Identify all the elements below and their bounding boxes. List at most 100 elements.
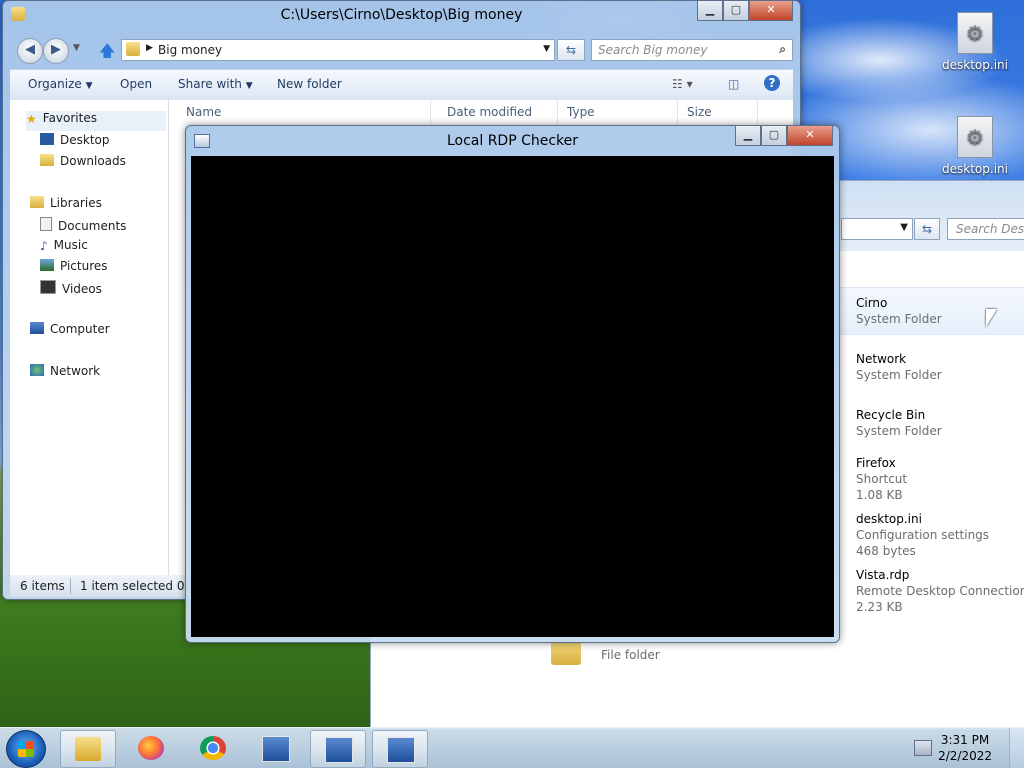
column-header-name[interactable]: Name [176, 100, 431, 124]
minimize-button[interactable]: ▁ [697, 1, 723, 21]
mouse-cursor-icon [986, 309, 997, 327]
desktop-icon-desktop-ini-2[interactable]: desktop.ini [940, 116, 1010, 176]
explorer2-address-bar[interactable]: ▼ [841, 218, 913, 240]
nav-label: Documents [58, 219, 127, 233]
nav-desktop[interactable]: Desktop [40, 133, 110, 147]
folder-icon [126, 42, 140, 56]
nav-favorites[interactable]: ★ Favorites [26, 111, 166, 131]
nav-label: Downloads [60, 154, 126, 168]
forward-icon[interactable]: ▶ [43, 38, 69, 64]
nav-videos[interactable]: Videos [40, 280, 102, 296]
libraries-icon [30, 196, 44, 208]
tile-recycle-bin[interactable]: Recycle Bin System Folder [856, 407, 1024, 439]
chevron-down-icon[interactable]: ▼ [900, 222, 908, 233]
tile-vista-rdp[interactable]: Vista.rdp Remote Desktop Connection 2.23… [856, 567, 1024, 615]
share-with-button[interactable]: Share with ▼ [178, 77, 253, 91]
organize-label: Organize [28, 77, 82, 91]
tile-type: System Folder [856, 424, 942, 438]
local-rdp-checker-window[interactable]: Local RDP Checker ▁ ▢ ✕ [185, 125, 840, 643]
nav-label: Network [50, 364, 101, 378]
tile-desktop-ini[interactable]: desktop.ini Configuration settings 468 b… [856, 511, 1024, 559]
tile-folder[interactable]: File folder [601, 647, 781, 663]
organize-button[interactable]: Organize ▼ [28, 77, 93, 91]
up-arrow-icon[interactable]: 🡅 [99, 40, 115, 67]
chevron-down-icon: ▼ [85, 81, 93, 91]
navigation-pane: ★ Favorites Desktop Downloads Libraries D… [10, 100, 169, 575]
nav-downloads[interactable]: Downloads [40, 154, 126, 168]
search-icon[interactable]: ⌕ [779, 42, 786, 57]
explorer2-search-input[interactable]: Search Deskt [947, 218, 1024, 240]
tile-size: 2.23 KB [856, 600, 903, 614]
breadcrumb[interactable]: Big money [158, 43, 222, 57]
nav-music[interactable]: ♪ Music [40, 238, 88, 253]
desktop-icon [40, 133, 54, 145]
new-folder-button[interactable]: New folder [277, 77, 342, 91]
taskbar-chrome[interactable] [186, 730, 240, 766]
nav-libraries[interactable]: Libraries [30, 196, 102, 210]
column-header-size[interactable]: Size [677, 100, 758, 124]
search-placeholder: Search Deskt [956, 222, 1024, 236]
desktop-icon-desktop-ini-1[interactable]: desktop.ini [940, 12, 1010, 72]
firefox-icon [138, 736, 164, 760]
open-button[interactable]: Open [120, 77, 152, 91]
taskbar-rdp-1[interactable] [248, 730, 302, 766]
tile-network[interactable]: Network System Folder [856, 351, 1024, 383]
taskbar-firefox[interactable] [124, 730, 178, 766]
column-header-date-modified[interactable]: Date modified [437, 100, 558, 124]
command-bar: Organize ▼ Open Share with ▼ New folder … [10, 69, 793, 101]
maximize-button[interactable]: ▢ [761, 126, 787, 146]
nav-network[interactable]: Network [30, 364, 100, 378]
status-divider [70, 578, 71, 594]
nav-pictures[interactable]: Pictures [40, 259, 108, 273]
nav-label: Videos [62, 282, 102, 296]
view-options-icon[interactable]: ☷ ▾ [672, 77, 693, 91]
chevron-down-icon[interactable]: ▼ [73, 43, 80, 53]
tile-type: System Folder [856, 368, 942, 382]
nav-documents[interactable]: Documents [40, 217, 126, 233]
column-label: Type [567, 105, 595, 119]
rdp-screen-area[interactable] [191, 156, 834, 637]
refresh-icon[interactable]: ⇆ [914, 218, 940, 240]
computer-icon [30, 322, 44, 334]
star-icon: ★ [26, 112, 37, 126]
remote-desktop-icon [387, 737, 415, 763]
tile-type: Shortcut [856, 472, 908, 486]
column-header-type[interactable]: Type [557, 100, 678, 124]
music-icon: ♪ [40, 239, 48, 253]
close-button[interactable]: ✕ [787, 126, 833, 146]
taskbar-explorer[interactable] [60, 730, 116, 768]
close-button[interactable]: ✕ [749, 1, 793, 21]
tile-type: File folder [601, 648, 660, 662]
minimize-button[interactable]: ▁ [735, 126, 761, 146]
tile-name: Firefox [856, 456, 896, 470]
pictures-icon [40, 259, 54, 271]
help-icon[interactable]: ? [764, 75, 780, 91]
address-row: ◀ ▶ ▼ 🡅 ▶ Big money ▼ ⇆ Search Big money… [11, 37, 793, 64]
show-desktop-button[interactable] [1009, 728, 1024, 768]
address-bar[interactable]: ▶ Big money ▼ [121, 39, 555, 61]
tile-cirno[interactable]: Cirno System Folder [856, 295, 1024, 327]
chevron-down-icon: ▼ [245, 81, 253, 91]
taskbar-rdp-2[interactable] [310, 730, 366, 768]
remote-desktop-icon [325, 737, 353, 763]
network-tray-icon[interactable] [914, 740, 932, 756]
tile-name: Recycle Bin [856, 408, 926, 422]
back-icon[interactable]: ◀ [17, 38, 43, 64]
nav-computer[interactable]: Computer [30, 322, 110, 336]
search-input[interactable]: Search Big money ⌕ [591, 39, 793, 61]
preview-pane-icon[interactable]: ◫ [728, 77, 739, 91]
refresh-icon[interactable]: ⇆ [557, 39, 585, 61]
column-label: Date modified [447, 105, 533, 119]
documents-icon [40, 217, 52, 231]
breadcrumb-arrow-icon[interactable]: ▶ [146, 43, 153, 53]
taskbar-rdp-3[interactable] [372, 730, 428, 768]
tile-name: desktop.ini [856, 512, 922, 526]
tile-name: Vista.rdp [856, 568, 910, 582]
start-button[interactable] [6, 730, 46, 768]
tile-firefox[interactable]: Firefox Shortcut 1.08 KB [856, 455, 1024, 503]
maximize-button[interactable]: ▢ [723, 1, 749, 21]
chevron-down-icon[interactable]: ▼ [543, 44, 550, 54]
nav-label: Favorites [42, 111, 97, 125]
nav-label: Computer [50, 322, 110, 336]
system-clock[interactable]: 3:31 PM 2/2/2022 [938, 732, 992, 764]
